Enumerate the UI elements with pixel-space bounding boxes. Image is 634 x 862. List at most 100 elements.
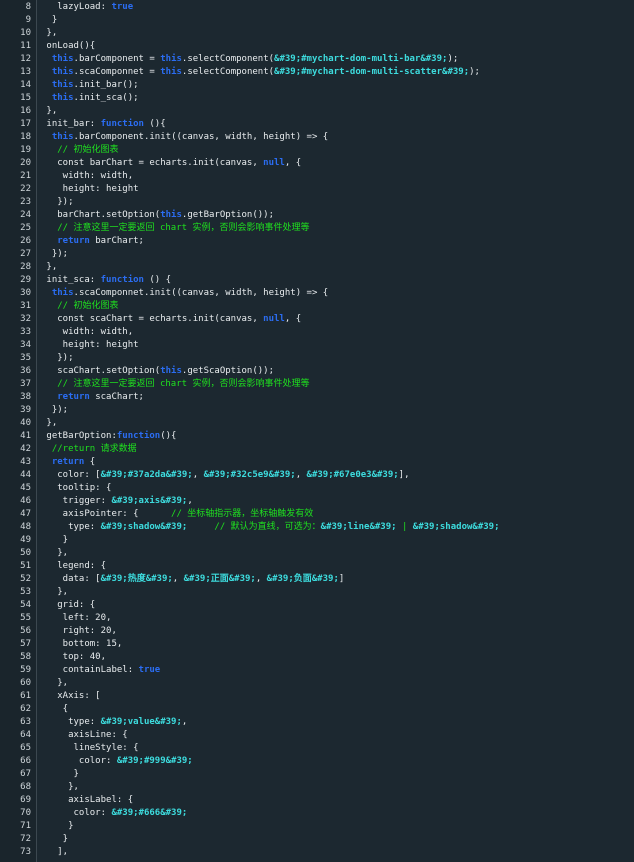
code-line[interactable]: 35 });	[0, 352, 634, 365]
code-line[interactable]: 29 init_sca: function () {	[0, 274, 634, 287]
code-line[interactable]: 63 type: &#39;value&#39;,	[0, 716, 634, 729]
code-token: .selectComponent(	[181, 67, 275, 77]
code-line[interactable]: 54 grid: {	[0, 599, 634, 612]
line-number: 64	[20, 730, 31, 740]
code-line[interactable]: 59 containLabel: true	[0, 664, 634, 677]
code-text: }	[41, 820, 73, 833]
code-line[interactable]: 8 lazyLoad: true	[0, 1, 634, 14]
code-text: xAxis: [	[41, 690, 100, 703]
code-line[interactable]: 51 legend: {	[0, 560, 634, 573]
code-line[interactable]: 22 height: height	[0, 183, 634, 196]
code-line[interactable]: 27 });	[0, 248, 634, 261]
code-line[interactable]: 25 // 注意这里一定要返回 chart 实例，否则会影响事件处理等	[0, 222, 634, 235]
code-line[interactable]: 36 scaChart.setOption(this.getScaOption(…	[0, 365, 634, 378]
code-line[interactable]: 40 },	[0, 417, 634, 430]
code-line[interactable]: 19 // 初始化图表	[0, 144, 634, 157]
code-line[interactable]: 56 right: 20,	[0, 625, 634, 638]
code-text: bottom: 15,	[41, 638, 123, 651]
code-text: grid: {	[41, 599, 95, 612]
line-number: 10	[20, 28, 31, 38]
code-line[interactable]: 61 xAxis: [	[0, 690, 634, 703]
code-text: scaChart.setOption(this.getScaOption());	[41, 365, 274, 378]
code-text: trigger: &#39;axis&#39;,	[41, 495, 193, 508]
code-editor[interactable]: 8 lazyLoad: true 9 } 10 }, 11 onLoad(){12 t…	[0, 0, 634, 862]
code-line[interactable]: 32 const scaChart = echarts.init(canvas,…	[0, 313, 634, 326]
code-line[interactable]: 44 color: [&#39;#37a2da&#39;, &#39;#32c5…	[0, 469, 634, 482]
keyword-token: function	[100, 275, 144, 285]
code-line[interactable]: 65 lineStyle: {	[0, 742, 634, 755]
line-number: 33	[20, 327, 31, 337]
code-line[interactable]: 15 this.init_sca();	[0, 92, 634, 105]
line-number: 66	[20, 756, 31, 766]
code-line[interactable]: 69 axisLabel: {	[0, 794, 634, 807]
code-line[interactable]: 62 {	[0, 703, 634, 716]
keyword-token: return	[57, 392, 90, 402]
code-line[interactable]: 14 this.init_bar();	[0, 79, 634, 92]
code-token: },	[41, 28, 58, 38]
code-token: });	[41, 249, 69, 259]
code-line[interactable]: 21 width: width,	[0, 170, 634, 183]
line-number: 71	[20, 821, 31, 831]
code-line[interactable]: 11 onLoad(){	[0, 40, 634, 53]
keyword-token: function	[100, 119, 144, 129]
code-line[interactable]: 68 },	[0, 781, 634, 794]
code-line[interactable]: 42 //return 请求数据	[0, 443, 634, 456]
code-text: type: &#39;value&#39;,	[41, 716, 187, 729]
comment-token: // 注意这里一定要返回 chart 实例，否则会影响事件处理等	[57, 223, 310, 233]
code-line[interactable]: 12 this.barComponent = this.selectCompon…	[0, 53, 634, 66]
code-line[interactable]: 23 });	[0, 196, 634, 209]
code-line[interactable]: 71 }	[0, 820, 634, 833]
code-line[interactable]: 50 },	[0, 547, 634, 560]
code-line[interactable]: 52 data: [&#39;热度&#39;, &#39;正面&#39;, &#…	[0, 573, 634, 586]
code-line[interactable]: 49 }	[0, 534, 634, 547]
code-line[interactable]: 30 this.scaComponnet.init((canvas, width…	[0, 287, 634, 300]
code-line[interactable]: 10 },	[0, 27, 634, 40]
code-line[interactable]: 46 trigger: &#39;axis&#39;,	[0, 495, 634, 508]
comment-token: // 坐标轴指示器，坐标轴触发有效	[171, 509, 314, 519]
code-token: , {	[284, 314, 302, 324]
code-line[interactable]: 58 top: 40,	[0, 651, 634, 664]
code-line[interactable]: 41 getBarOption:function(){	[0, 430, 634, 443]
code-line[interactable]: 66 color: &#39;#999&#39;	[0, 755, 634, 768]
string-token: &#39;line&#39;	[320, 522, 397, 532]
code-line[interactable]: 31 // 初始化图表	[0, 300, 634, 313]
code-line[interactable]: 26 return barChart;	[0, 235, 634, 248]
code-line[interactable]: 33 width: width,	[0, 326, 634, 339]
code-token: data: [	[41, 574, 101, 584]
code-line[interactable]: 17 init_bar: function (){	[0, 118, 634, 131]
comment-token: //return 请求数据	[51, 444, 137, 454]
code-line[interactable]: 13 this.scaComponnet = this.selectCompon…	[0, 66, 634, 79]
code-line[interactable]: 34 height: height	[0, 339, 634, 352]
code-line[interactable]: 55 left: 20,	[0, 612, 634, 625]
code-line[interactable]: 37 // 注意这里一定要返回 chart 实例，否则会影响事件处理等	[0, 378, 634, 391]
code-line[interactable]: 72 }	[0, 833, 634, 846]
code-line[interactable]: 45 tooltip: {	[0, 482, 634, 495]
code-line[interactable]: 67 }	[0, 768, 634, 781]
code-line[interactable]: 48 type: &#39;shadow&#39; // 默认为直线，可选为：&…	[0, 521, 634, 534]
code-token: );	[469, 67, 480, 77]
line-number: 50	[20, 548, 31, 558]
code-line[interactable]: 24 barChart.setOption(this.getBarOption(…	[0, 209, 634, 222]
code-text: });	[41, 196, 73, 209]
code-line[interactable]: 57 bottom: 15,	[0, 638, 634, 651]
code-line[interactable]: 20 const barChart = echarts.init(canvas,…	[0, 157, 634, 170]
code-line[interactable]: 43 return {	[0, 456, 634, 469]
string-token: &#39;axis&#39;	[111, 496, 188, 506]
code-line[interactable]: 60 },	[0, 677, 634, 690]
code-line[interactable]: 18 this.barComponent.init((canvas, width…	[0, 131, 634, 144]
code-line[interactable]: 38 return scaChart;	[0, 391, 634, 404]
code-line[interactable]: 28 },	[0, 261, 634, 274]
code-line[interactable]: 73 ],	[0, 846, 634, 859]
code-line[interactable]: 70 color: &#39;#666&#39;	[0, 807, 634, 820]
code-line[interactable]: 39 });	[0, 404, 634, 417]
code-line[interactable]: 9 }	[0, 14, 634, 27]
line-number: 19	[20, 145, 31, 155]
code-text: }	[41, 534, 68, 547]
code-line[interactable]: 53 },	[0, 586, 634, 599]
code-text: },	[41, 417, 57, 430]
code-line[interactable]: 64 axisLine: {	[0, 729, 634, 742]
code-line[interactable]: 47 axisPointer: { // 坐标轴指示器，坐标轴触发有效	[0, 508, 634, 521]
comment-token: // 初始化图表	[57, 301, 119, 311]
code-line[interactable]: 16 },	[0, 105, 634, 118]
